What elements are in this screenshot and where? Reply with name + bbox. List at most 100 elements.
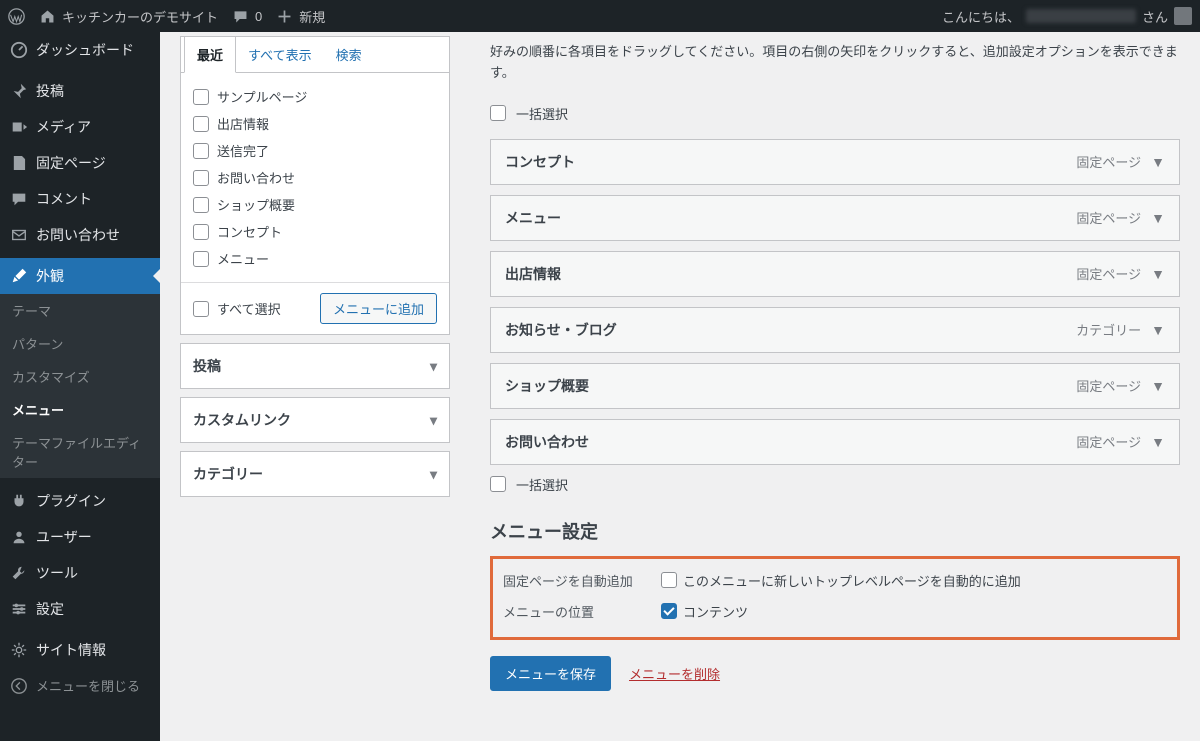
sidebar-label: ユーザー: [36, 527, 92, 547]
sidebar-item-posts[interactable]: 投稿: [0, 73, 160, 109]
chevron-down-icon: ▾: [430, 412, 437, 429]
page-label: ショップ概要: [217, 195, 295, 214]
checkbox[interactable]: [193, 116, 209, 132]
sidebar-item-pages[interactable]: 固定ページ: [0, 145, 160, 181]
checkbox-checked[interactable]: [661, 603, 677, 619]
tab-recent[interactable]: 最近: [184, 37, 236, 73]
chevron-down-icon[interactable]: ▼: [1151, 154, 1165, 170]
auto-add-option[interactable]: このメニューに新しいトップレベルページを自動的に追加: [661, 571, 1021, 590]
username-redacted: [1026, 9, 1136, 23]
chevron-down-icon[interactable]: ▼: [1151, 266, 1165, 282]
accordion-posts[interactable]: 投稿▾: [180, 343, 450, 389]
chevron-down-icon[interactable]: ▼: [1151, 378, 1165, 394]
page-option[interactable]: ショップ概要: [193, 191, 437, 218]
sidebar-item-plugins[interactable]: プラグイン: [0, 483, 160, 519]
sidebar-label: サイト情報: [36, 640, 106, 660]
accordion-categories[interactable]: カテゴリー▾: [180, 451, 450, 497]
page-icon: [10, 154, 28, 172]
sidebar-sub-themes[interactable]: テーマ: [0, 294, 160, 327]
bulk-select-label: 一括選択: [516, 475, 568, 494]
account-link[interactable]: こんにちは、 さん: [942, 7, 1192, 26]
sidebar-item-siteinfo[interactable]: サイト情報: [0, 632, 160, 668]
save-menu-button[interactable]: メニューを保存: [490, 656, 611, 691]
sidebar-sub-menus[interactable]: メニュー: [0, 393, 160, 426]
chevron-down-icon[interactable]: ▼: [1151, 434, 1165, 450]
tab-search[interactable]: 検索: [324, 37, 374, 72]
comments-count: 0: [255, 9, 262, 24]
sidebar-item-dashboard[interactable]: ダッシュボード: [0, 32, 160, 68]
sidebar-item-media[interactable]: メディア: [0, 109, 160, 145]
checkbox[interactable]: [193, 89, 209, 105]
menu-item[interactable]: メニュー固定ページ▼: [490, 195, 1180, 241]
checkbox[interactable]: [193, 301, 209, 317]
new-content-link[interactable]: 新規: [276, 7, 325, 26]
sidebar-label: 外観: [36, 266, 64, 286]
sidebar-label: ツール: [36, 563, 78, 583]
checkbox[interactable]: [490, 476, 506, 492]
checkbox[interactable]: [193, 251, 209, 267]
page-option[interactable]: 送信完了: [193, 137, 437, 164]
new-label: 新規: [299, 7, 325, 26]
comments-link[interactable]: 0: [232, 8, 262, 25]
checkbox[interactable]: [193, 170, 209, 186]
sidebar-item-settings[interactable]: 設定: [0, 591, 160, 627]
site-name-link[interactable]: キッチンカーのデモサイト: [39, 7, 218, 26]
sidebar-label: プラグイン: [36, 491, 106, 511]
menu-item[interactable]: お問い合わせ固定ページ▼: [490, 419, 1180, 465]
location-option[interactable]: コンテンツ: [661, 602, 748, 621]
sidebar-sub-patterns[interactable]: パターン: [0, 327, 160, 360]
checkbox[interactable]: [661, 572, 677, 588]
menu-item-type: カテゴリー: [1076, 320, 1141, 339]
menu-item-label: 出店情報: [505, 264, 561, 284]
sidebar-item-tools[interactable]: ツール: [0, 555, 160, 591]
page-option[interactable]: メニュー: [193, 245, 437, 272]
comment-icon: [232, 8, 249, 25]
checkbox[interactable]: [490, 105, 506, 121]
checkbox[interactable]: [193, 143, 209, 159]
add-to-menu-button[interactable]: メニューに追加: [320, 293, 437, 324]
page-option[interactable]: サンプルページ: [193, 83, 437, 110]
collapse-icon: [10, 677, 28, 695]
collapse-label: メニューを閉じる: [36, 676, 140, 695]
page-option[interactable]: お問い合わせ: [193, 164, 437, 191]
admin-bar: キッチンカーのデモサイト 0 新規 こんにちは、 さん: [0, 0, 1200, 32]
checkbox[interactable]: [193, 197, 209, 213]
page-option[interactable]: 出店情報: [193, 110, 437, 137]
chevron-down-icon[interactable]: ▼: [1151, 210, 1165, 226]
main-content: 最近 すべて表示 検索 サンプルページ 出店情報 送信完了 お問い合わせ ショッ…: [160, 32, 1200, 741]
plus-icon: [276, 8, 293, 25]
accordion-custom-links[interactable]: カスタムリンク▾: [180, 397, 450, 443]
menu-item[interactable]: お知らせ・ブログカテゴリー▼: [490, 307, 1180, 353]
sidebar-sub-customize[interactable]: カスタマイズ: [0, 360, 160, 393]
sidebar-label: コメント: [36, 189, 92, 209]
delete-menu-link[interactable]: メニューを削除: [629, 664, 720, 683]
menu-items-list: コンセプト固定ページ▼ メニュー固定ページ▼ 出店情報固定ページ▼ お知らせ・ブ…: [490, 139, 1180, 465]
menu-item-label: ショップ概要: [505, 376, 589, 396]
pin-icon: [10, 82, 28, 100]
menu-item[interactable]: コンセプト固定ページ▼: [490, 139, 1180, 185]
page-label: コンセプト: [217, 222, 282, 241]
sidebar-item-comments[interactable]: コメント: [0, 181, 160, 217]
page-option[interactable]: コンセプト: [193, 218, 437, 245]
bulk-select-bottom[interactable]: 一括選択: [490, 475, 1180, 494]
sidebar-label: 投稿: [36, 81, 64, 101]
sidebar-item-contact[interactable]: お問い合わせ: [0, 217, 160, 253]
menu-item[interactable]: 出店情報固定ページ▼: [490, 251, 1180, 297]
page-label: 出店情報: [217, 114, 269, 133]
menu-item-type: 固定ページ: [1076, 376, 1141, 395]
collapse-menu[interactable]: メニューを閉じる: [0, 668, 160, 703]
sidebar-item-appearance[interactable]: 外観: [0, 258, 160, 294]
checkbox[interactable]: [193, 224, 209, 240]
page-label: サンプルページ: [217, 87, 307, 106]
tab-all[interactable]: すべて表示: [236, 37, 324, 72]
chevron-down-icon[interactable]: ▼: [1151, 322, 1165, 338]
sidebar-item-users[interactable]: ユーザー: [0, 519, 160, 555]
page-label: メニュー: [217, 249, 269, 268]
bulk-select-top[interactable]: 一括選択: [490, 104, 1180, 123]
avatar: [1174, 7, 1192, 25]
menu-item[interactable]: ショップ概要 固定ページ ▼: [490, 363, 1180, 409]
sidebar-sub-theme-editor[interactable]: テーマファイルエディター: [0, 426, 160, 478]
select-all-row[interactable]: すべて選択: [193, 295, 281, 322]
wp-logo[interactable]: [8, 8, 25, 25]
select-all-label: すべて選択: [217, 299, 281, 318]
